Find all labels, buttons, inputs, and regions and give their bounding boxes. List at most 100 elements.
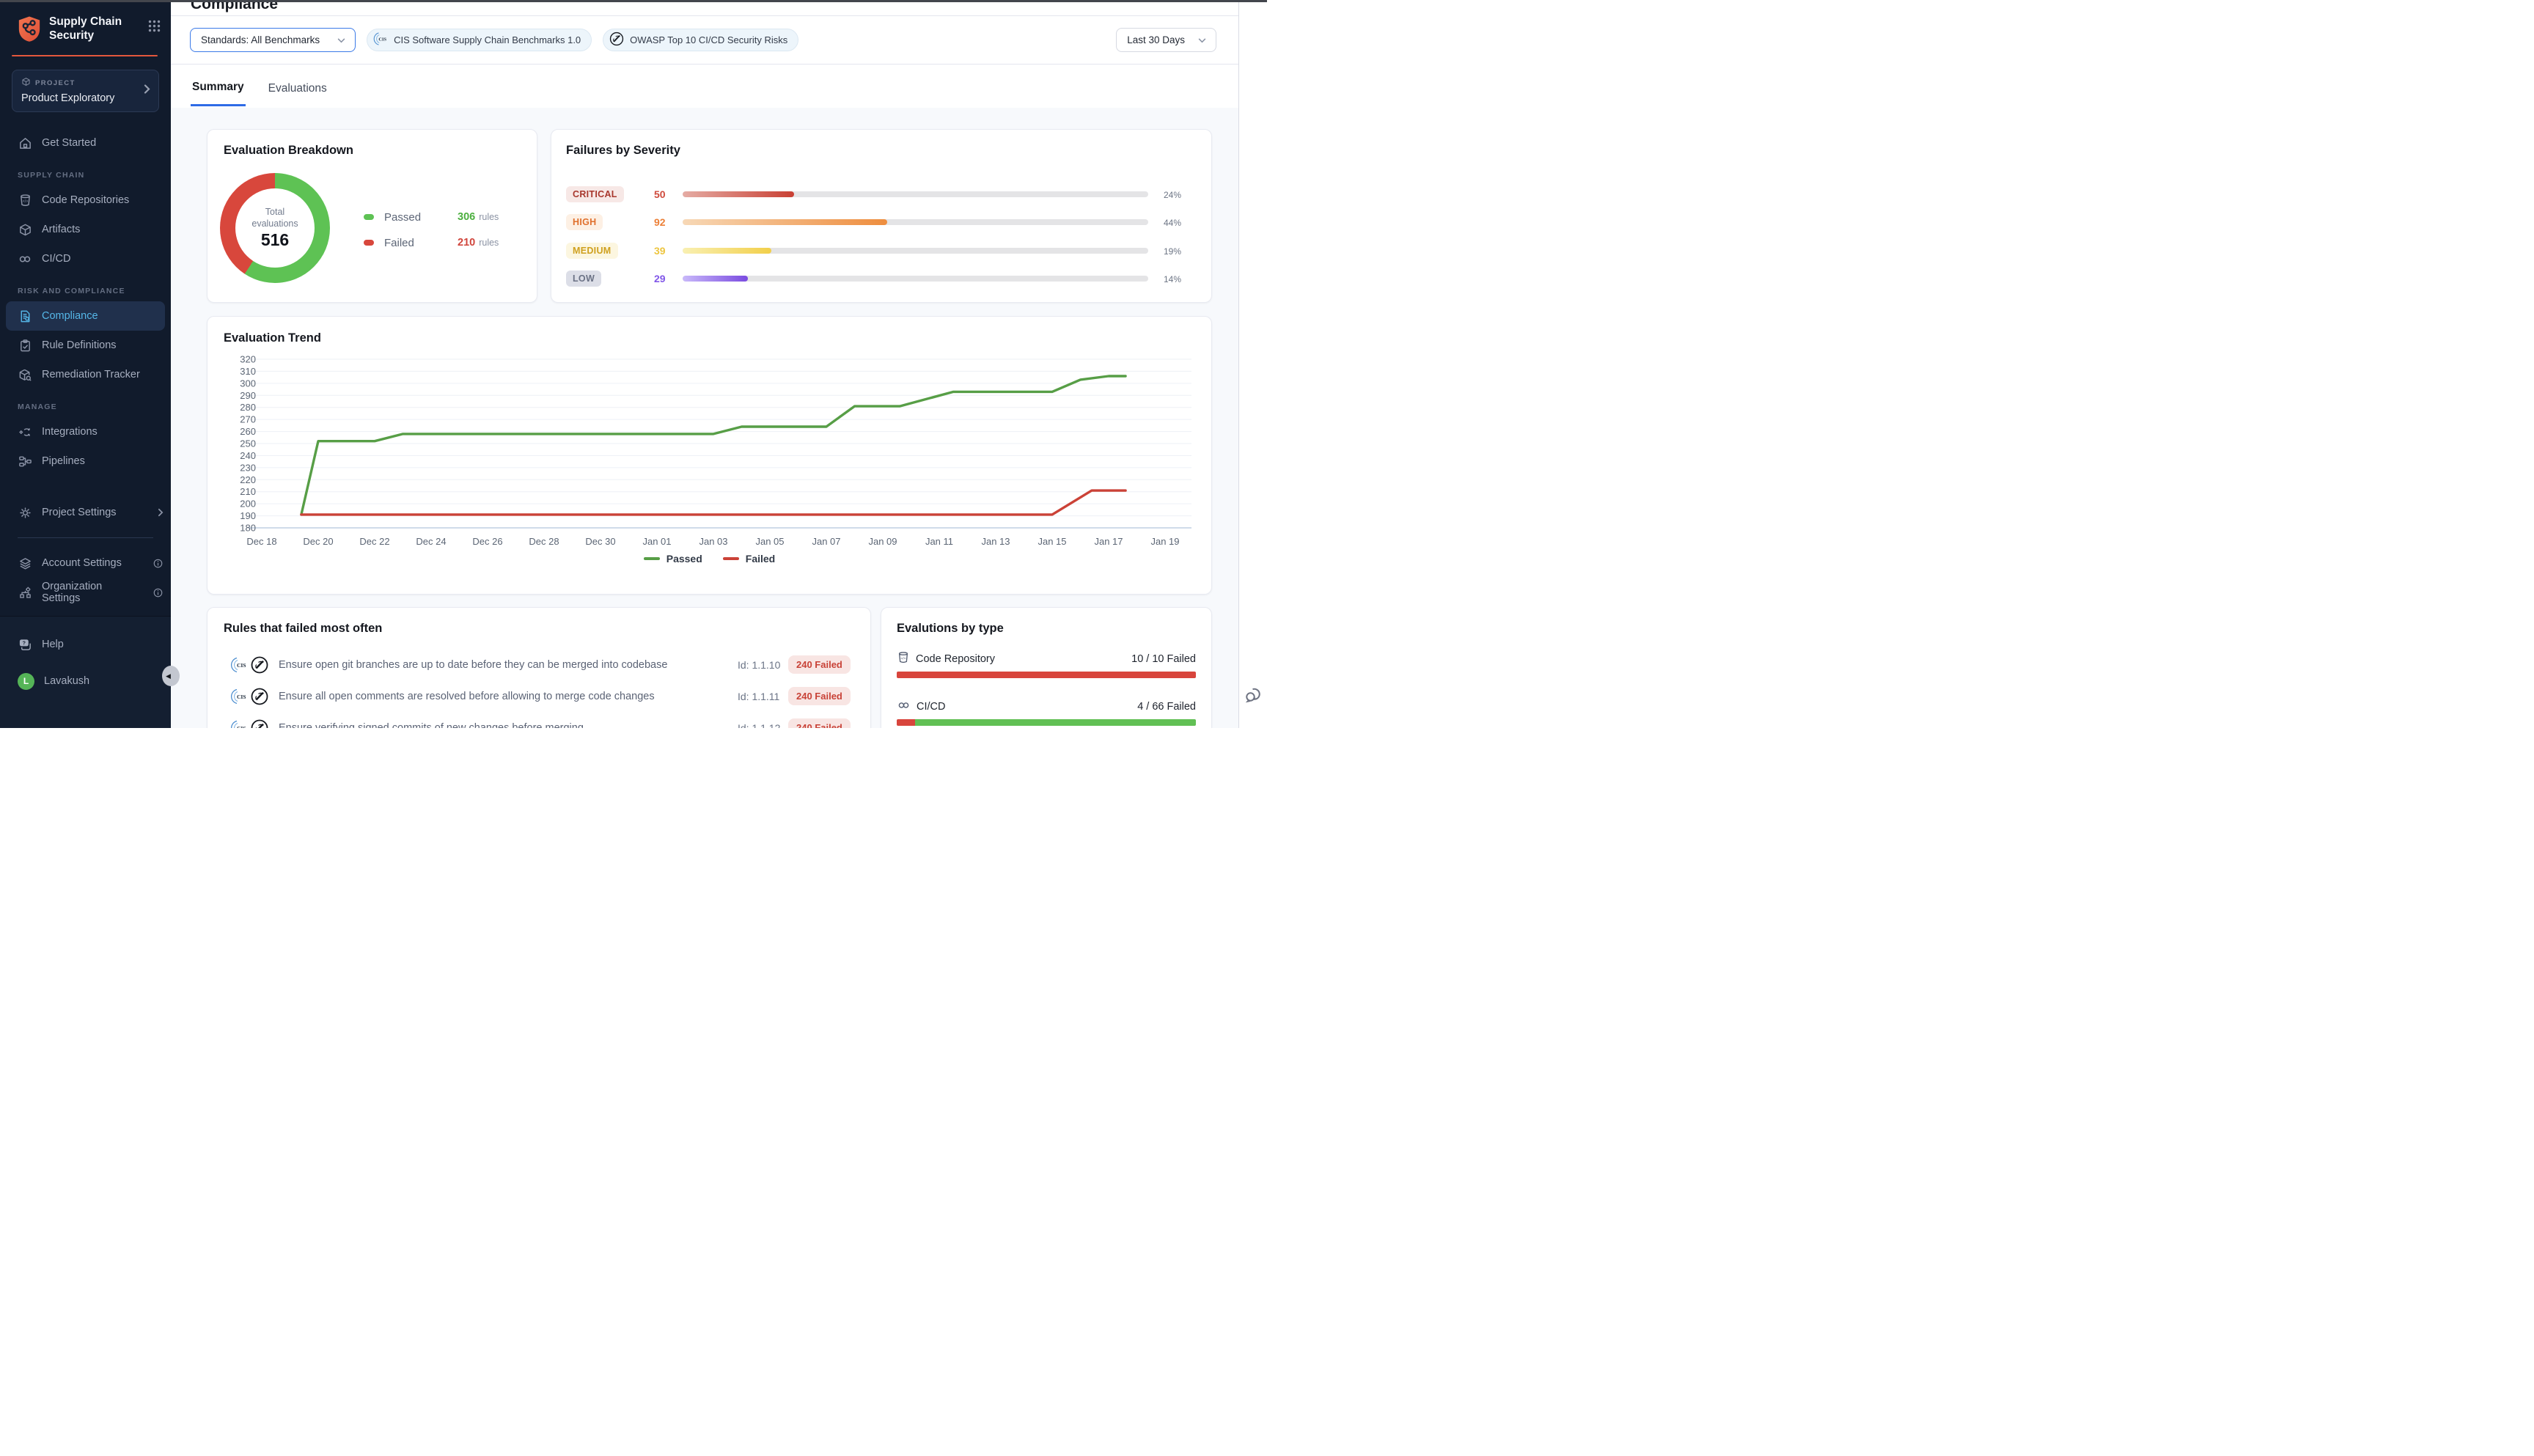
- filter-bar: Standards: All Benchmarks CIS CIS Softwa…: [171, 16, 1238, 65]
- evaluation-trend-card: Evaluation Trend 32031030029028027026025…: [207, 316, 1212, 595]
- sidebar-item-get-started[interactable]: Get Started: [0, 128, 171, 158]
- severity-bar-track: [683, 276, 1148, 282]
- svg-text:220: 220: [240, 474, 256, 485]
- sidebar-item-compliance[interactable]: Compliance: [6, 301, 165, 331]
- owasp-logo-icon: [250, 718, 269, 728]
- organization-icon: [18, 586, 32, 600]
- legend-passed-row: Passed 306 rules: [364, 209, 499, 225]
- document-search-icon: [18, 309, 32, 323]
- clipboard-check-icon: [18, 339, 32, 353]
- gear-icon: [18, 506, 32, 520]
- trend-legend: Passed Failed: [208, 553, 1211, 565]
- sidebar-item-artifacts[interactable]: Artifacts: [0, 215, 171, 244]
- sidebar-item-project-settings[interactable]: Project Settings: [0, 498, 171, 527]
- sidebar-collapse-handle[interactable]: ◀: [162, 666, 180, 686]
- sidebar-item-help[interactable]: ? Help: [0, 630, 171, 659]
- svg-text:Dec 26: Dec 26: [472, 536, 502, 547]
- evaluations-donut-chart: Total evaluations 516: [220, 173, 330, 283]
- severity-bar-track: [683, 191, 1148, 197]
- user-menu[interactable]: L Lavakush: [0, 666, 171, 696]
- svg-text:300: 300: [240, 378, 256, 389]
- svg-text:</>: </>: [22, 199, 28, 203]
- pipelines-icon: [18, 455, 32, 468]
- trend-line-chart: 3203103002902802702602502402302202102001…: [224, 352, 1197, 550]
- owasp-logo-icon: [609, 31, 625, 49]
- owasp-chip[interactable]: OWASP Top 10 CI/CD Security Risks: [603, 29, 798, 51]
- severity-bar-fill: [683, 248, 771, 254]
- cis-logo-icon: CIS: [372, 31, 389, 49]
- rule-row[interactable]: CIS Ensure verifying signed commits of n…: [208, 718, 870, 728]
- sidebar-group-manage: MANAGE: [0, 389, 171, 417]
- code-repository-icon: </>: [897, 651, 910, 668]
- severity-badge: CRITICAL: [566, 186, 624, 202]
- failures-by-severity-card: Failures by Severity CRITICAL 50 24% HIG…: [551, 129, 1212, 303]
- severity-row-critical: CRITICAL 50 24%: [551, 185, 1211, 204]
- window-top-strip: [0, 0, 1267, 2]
- page-header: Compliance: [171, 0, 1238, 16]
- svg-text:310: 310: [240, 366, 256, 377]
- sidebar-item-account-settings[interactable]: Account Settings: [0, 548, 171, 578]
- type-label: CI/CD: [917, 701, 945, 713]
- sidebar-group-risk-compliance: RISK AND COMPLIANCE: [0, 273, 171, 301]
- svg-text:</>: </>: [900, 656, 906, 661]
- infinity-icon: [18, 252, 32, 266]
- owasp-logo-icon: [250, 655, 269, 678]
- svg-text:Jan 11: Jan 11: [925, 536, 953, 547]
- tab-summary[interactable]: Summary: [191, 70, 246, 106]
- severity-bar-fill: [683, 191, 794, 197]
- svg-text:CIS: CIS: [237, 662, 246, 669]
- sidebar-item-code-repositories[interactable]: </> Code Repositories: [0, 185, 171, 215]
- severity-badge: HIGH: [566, 214, 603, 230]
- date-range-select[interactable]: Last 30 Days: [1116, 28, 1216, 52]
- info-icon[interactable]: [153, 558, 164, 569]
- svg-text:Dec 24: Dec 24: [416, 536, 446, 547]
- sidebar-item-integrations[interactable]: Integrations: [0, 417, 171, 446]
- severity-bar-track: [683, 248, 1148, 254]
- rule-id: Id: 1.1.12: [738, 722, 780, 728]
- app-switcher-grid-icon[interactable]: [148, 20, 161, 36]
- svg-text:CIS: CIS: [237, 694, 246, 700]
- infinity-icon: [897, 699, 911, 716]
- help-chat-icon: ?: [18, 638, 32, 652]
- standards-select[interactable]: Standards: All Benchmarks: [190, 28, 356, 52]
- tab-evaluations[interactable]: Evaluations: [267, 72, 328, 106]
- sidebar-item-pipelines[interactable]: Pipelines: [0, 446, 171, 476]
- cis-benchmark-chip[interactable]: CIS CIS Software Supply Chain Benchmarks…: [367, 29, 592, 51]
- project-name: Product Exploratory: [21, 92, 150, 104]
- severity-count: 92: [654, 216, 666, 228]
- svg-text:250: 250: [240, 438, 256, 449]
- rule-row[interactable]: CIS Ensure all open comments are resolve…: [208, 687, 870, 707]
- project-cube-icon: [21, 77, 31, 89]
- svg-text:Jan 13: Jan 13: [981, 536, 1010, 547]
- rule-row[interactable]: CIS Ensure open git branches are up to d…: [208, 655, 870, 676]
- project-label: PROJECT: [35, 79, 76, 87]
- avatar: L: [18, 673, 34, 690]
- sidebar-footer: ? Help L Lavakush: [0, 616, 171, 728]
- sidebar-item-organization-settings[interactable]: Organization Settings: [0, 578, 171, 607]
- sidebar-nav: Get Started SUPPLY CHAIN </> Code Reposi…: [0, 128, 171, 607]
- svg-text:Dec 28: Dec 28: [529, 536, 559, 547]
- severity-row-high: HIGH 92 44%: [551, 213, 1211, 232]
- severity-badge: LOW: [566, 271, 601, 287]
- failed-legend-swatch: [364, 240, 374, 246]
- sidebar-item-cicd[interactable]: CI/CD: [0, 244, 171, 273]
- sidebar-item-remediation-tracker[interactable]: Remediation Tracker: [0, 360, 171, 389]
- code-repository-icon: </>: [18, 194, 32, 207]
- type-label: Code Repository: [916, 653, 995, 665]
- failed-count: 210: [458, 237, 475, 249]
- type-result-bar: [897, 672, 1196, 678]
- sidebar-item-rule-definitions[interactable]: Rule Definitions: [0, 331, 171, 360]
- severity-count: 50: [654, 188, 666, 200]
- svg-text:240: 240: [240, 450, 256, 461]
- svg-text:290: 290: [240, 390, 256, 401]
- legend-failed: Failed: [723, 553, 775, 565]
- type-row-cicd: CI/CD 4 / 66 Failed: [897, 698, 1196, 726]
- project-selector[interactable]: PROJECT Product Exploratory: [12, 70, 159, 112]
- chat-bubbles-icon[interactable]: [1244, 683, 1266, 709]
- svg-text:190: 190: [240, 510, 256, 521]
- card-title: Failures by Severity: [566, 144, 1211, 158]
- info-icon[interactable]: [153, 587, 164, 598]
- sidebar-divider: [18, 537, 153, 538]
- legend-passed: Passed: [644, 553, 702, 565]
- summary-content: Evaluation Breakdown Total evaluations 5…: [171, 108, 1238, 728]
